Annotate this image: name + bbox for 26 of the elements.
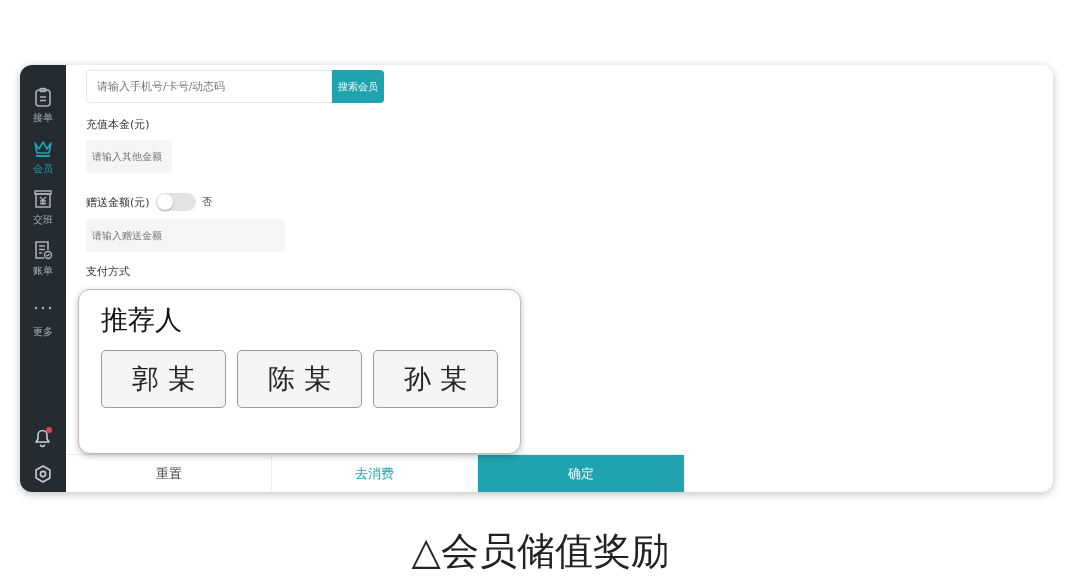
toggle-switch[interactable] xyxy=(155,193,196,211)
amount-input[interactable]: 请输入其他金额 xyxy=(86,140,172,173)
yen-box-icon xyxy=(33,189,53,209)
popup-title: 推荐人 xyxy=(101,303,183,337)
clipboard-icon xyxy=(33,87,53,107)
sidebar-item[interactable]: 更多 xyxy=(33,291,53,339)
caption: △会员储值奖励 xyxy=(410,528,670,575)
bonus-amount-input[interactable]: 请输入赠送金额 xyxy=(86,219,285,252)
more-dots-icon xyxy=(33,305,53,311)
field-label: 赠送金额(元) xyxy=(86,194,150,210)
search-field[interactable]: 请输入手机号/卡号/动态码 xyxy=(86,70,332,103)
referrer-option[interactable]: 郭 某 xyxy=(101,350,226,408)
toggle-state: 否 xyxy=(201,195,212,209)
footer-button[interactable]: 重置 xyxy=(66,455,272,492)
settings-icon[interactable] xyxy=(33,464,53,484)
sidebar-item[interactable]: 会员 xyxy=(33,138,53,176)
field-label: 支付方式 xyxy=(86,264,130,279)
crown-icon xyxy=(33,138,53,158)
sidebar-item[interactable]: 接单 xyxy=(33,87,53,125)
field-label: 充值本金(元) xyxy=(86,117,150,132)
notification-bell-icon[interactable] xyxy=(32,426,54,448)
sidebar-item[interactable]: 交班 xyxy=(33,189,53,227)
sidebar-item[interactable]: 账单 xyxy=(33,240,53,278)
referrer-option[interactable]: 陈 某 xyxy=(237,350,362,408)
referrer-option[interactable]: 孙 某 xyxy=(373,350,498,408)
document-check-icon xyxy=(33,240,53,260)
